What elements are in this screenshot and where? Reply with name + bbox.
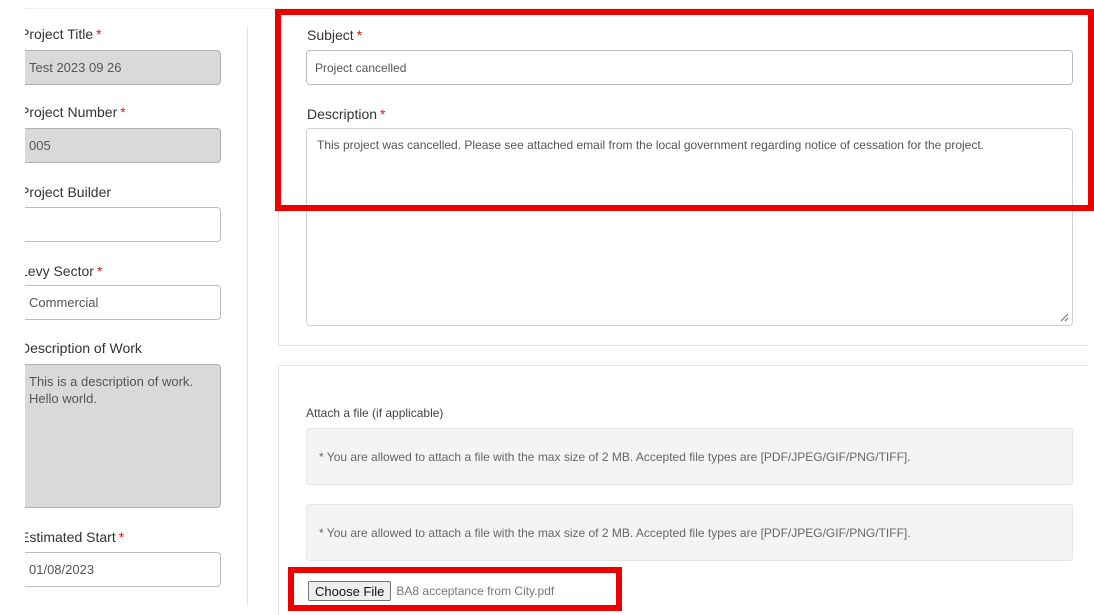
attach-section [278, 365, 279, 615]
attach-section-divider [278, 365, 1088, 366]
highlight-file-input [288, 567, 622, 611]
resize-handle-icon[interactable] [1059, 312, 1069, 322]
project-builder-field[interactable] [21, 207, 221, 242]
project-builder-label: Project Builder [20, 184, 112, 200]
required-marker: * [96, 26, 102, 42]
left-panel: Project Title * Test 2023 09 26 Project N… [0, 0, 250, 615]
project-number-label: Project Number * [20, 104, 126, 120]
attach-label: Attach a file (if applicable) [306, 406, 444, 420]
left-crop-edge [0, 0, 25, 615]
required-marker: * [120, 104, 126, 120]
required-marker: * [118, 529, 125, 545]
project-title-field: Test 2023 09 26 [21, 50, 221, 85]
project-number-field: 005 [21, 128, 221, 163]
attach-note-2: * You are allowed to attach a file with … [306, 504, 1073, 561]
attach-note-1: * You are allowed to attach a file with … [306, 428, 1073, 485]
levy-sector-select[interactable]: Commercial [21, 285, 221, 320]
estimated-start-label: Estimated Start * [20, 529, 125, 545]
estimated-start-field[interactable]: 01/08/2023 [21, 552, 221, 587]
levy-sector-label: Levy Sector * [20, 263, 103, 279]
description-of-work-field: This is a description of work. Hello wor… [21, 364, 221, 508]
highlight-subject-description [275, 9, 1094, 211]
description-of-work-label: Description of Work [20, 340, 142, 356]
project-title-label: Project Title * [20, 26, 102, 42]
panel-divider [247, 26, 248, 606]
required-marker: * [96, 263, 103, 279]
